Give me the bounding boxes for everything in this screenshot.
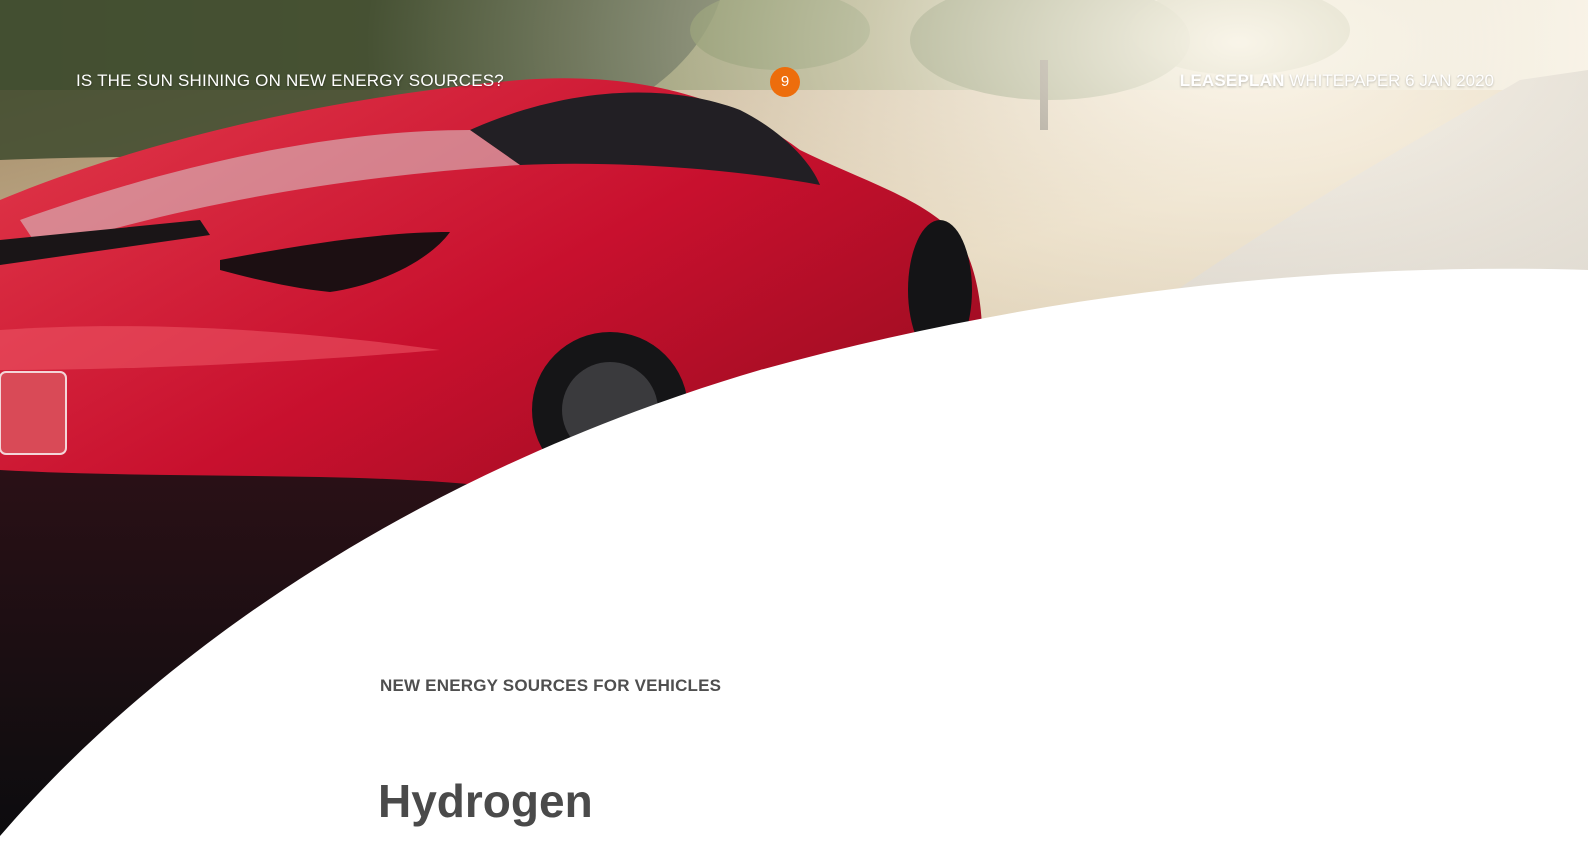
- whitepaper-page: IS THE SUN SHINING ON NEW ENERGY SOURCES…: [0, 0, 1588, 849]
- section-heading: Hydrogen: [378, 775, 593, 827]
- section-label: NEW ENERGY SOURCES FOR VEHICLES: [380, 676, 722, 695]
- hero-image: [0, 0, 1588, 849]
